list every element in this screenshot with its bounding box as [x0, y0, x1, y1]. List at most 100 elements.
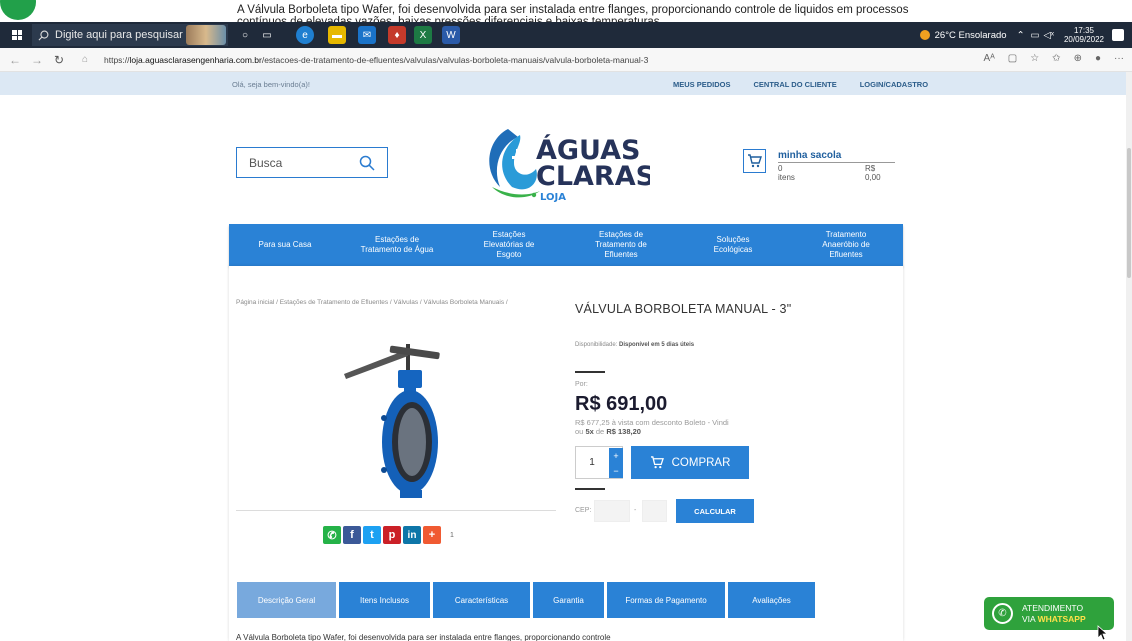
- clock[interactable]: 17:35 20/09/2022: [1064, 26, 1104, 44]
- availability-label: Disponibilidade:: [575, 342, 618, 348]
- twitter-icon[interactable]: t: [363, 526, 381, 544]
- cart-divider: [778, 162, 895, 163]
- discount-installments: ou 5x de R$ 138,20: [575, 426, 729, 437]
- url-domain: loja.aguasclarasengenharia.com.br: [129, 54, 262, 65]
- linkedin-icon[interactable]: in: [403, 526, 421, 544]
- browser-actions: Aᴬ ▢ ☆ ✩ ⊕ ● ···: [984, 53, 1124, 64]
- address-bar[interactable]: https://loja.aguasclarasengenharia.com.b…: [104, 55, 648, 65]
- collections-icon[interactable]: ⊕: [1074, 53, 1082, 64]
- discount-or: ou: [575, 426, 584, 436]
- customer-center-link[interactable]: CENTRAL DO CLIENTE: [754, 80, 837, 89]
- read-aloud-icon[interactable]: Aᴬ: [984, 53, 995, 64]
- discount-de: de: [595, 426, 605, 436]
- mouse-cursor-icon: [1097, 625, 1109, 641]
- price-prefix: Por:: [575, 381, 588, 388]
- tab-garantia[interactable]: Garantia: [533, 582, 604, 618]
- page-scrollbar[interactable]: [1126, 72, 1132, 641]
- whatsapp-label-line2: VIA WHATSAPP: [1022, 614, 1086, 624]
- widgets-icon[interactable]: ▭: [258, 26, 276, 44]
- url-prefix: https://: [104, 54, 130, 65]
- menu-item-solucoes-ecologicas[interactable]: Soluções Ecológicas: [677, 224, 789, 266]
- network-icon[interactable]: ▭: [1031, 30, 1040, 41]
- cart-icon: [650, 456, 664, 469]
- url-path: /estacoes-de-tratamento-de-efluentes/val…: [261, 54, 649, 65]
- image-divider: [236, 510, 556, 511]
- favorite-add-icon[interactable]: ☆: [1030, 53, 1039, 64]
- calculate-shipping-button[interactable]: CALCULAR: [676, 499, 754, 523]
- tab-descricao-geral[interactable]: Descrição Geral: [237, 582, 336, 618]
- screen: A Válvula Borboleta tipo Wafer, foi dese…: [0, 0, 1132, 641]
- forward-icon[interactable]: →: [28, 53, 46, 67]
- whatsapp-icon: ✆: [992, 603, 1013, 624]
- volume-icon[interactable]: ◁ˣ: [1044, 30, 1054, 41]
- aguas-claras-logo[interactable]: ÁGUAS CLARAS LOJA: [478, 109, 650, 207]
- price-divider: [575, 371, 605, 373]
- browser-toolbar: ← → ↻ ⌂ https://loja.aguasclarasengenhar…: [0, 48, 1132, 72]
- product-image[interactable]: [308, 330, 488, 500]
- tab-avaliacoes[interactable]: Avaliações: [728, 582, 815, 618]
- system-tray: 26°C Ensolarado ⌃ ▭ ◁ˣ 17:35 20/09/2022: [919, 22, 1132, 48]
- weather-text[interactable]: 26°C Ensolarado: [935, 30, 1007, 41]
- cart-icon[interactable]: [743, 149, 766, 173]
- back-icon[interactable]: ←: [6, 53, 24, 67]
- quantity-minus-button[interactable]: −: [609, 463, 623, 478]
- cep-input-part1[interactable]: [594, 500, 630, 522]
- availability-value: Disponível em 5 dias úteis: [619, 342, 695, 348]
- logo-line-claras: CLARAS: [536, 161, 650, 192]
- login-register-link[interactable]: LOGIN/CADASTRO: [860, 80, 928, 89]
- whatsapp-icon[interactable]: ✆: [323, 526, 341, 544]
- quantity-plus-button[interactable]: +: [609, 448, 623, 463]
- reader-mode-icon[interactable]: ▢: [1008, 53, 1017, 64]
- windows-taskbar: Digite aqui para pesquisar ○ ▭ e ▬ ✉ ♦ X…: [0, 22, 1132, 48]
- pinterest-icon[interactable]: p: [383, 526, 401, 544]
- mail-icon[interactable]: ✉: [358, 26, 376, 44]
- tray-chevron-icon[interactable]: ⌃: [1017, 30, 1025, 41]
- whatsapp-via: VIA: [1022, 614, 1036, 624]
- cep-separator: -: [634, 507, 637, 514]
- word-icon[interactable]: W: [442, 26, 460, 44]
- profile-avatar-icon[interactable]: ●: [1095, 53, 1101, 64]
- breadcrumb[interactable]: Página inicial / Estações de Tratamento …: [236, 299, 508, 306]
- product-price: R$ 691,00: [575, 393, 668, 415]
- app-icon[interactable]: ♦: [388, 26, 406, 44]
- site-topbar: Olá, seja bem-vindo(a)! MEUS PEDIDOS CEN…: [0, 72, 1126, 95]
- refresh-icon[interactable]: ↻: [50, 53, 68, 67]
- search-icon[interactable]: [359, 155, 375, 171]
- facebook-icon[interactable]: f: [343, 526, 361, 544]
- clock-date: 20/09/2022: [1063, 35, 1104, 44]
- menu-item-tratamento-efluentes[interactable]: Estações de Tratamento de Efluentes: [565, 224, 677, 266]
- tab-caracteristicas[interactable]: Características: [433, 582, 530, 618]
- file-explorer-icon[interactable]: ▬: [328, 26, 346, 44]
- cep-label: CEP:: [575, 507, 592, 514]
- search-highlight-image: [186, 25, 226, 45]
- product-title: VÁLVULA BORBOLETA MANUAL - 3": [575, 302, 792, 316]
- edge-browser-icon[interactable]: e: [296, 26, 314, 44]
- cep-input-part2[interactable]: [642, 500, 667, 522]
- menu-item-tratamento-anaerobio[interactable]: Tratamento Anaeróbio de Efluentes: [789, 224, 903, 266]
- favorites-icon[interactable]: ✩: [1052, 53, 1060, 64]
- whatsapp-support-button[interactable]: ✆ ATENDIMENTO VIA WHATSAPP: [984, 597, 1114, 630]
- more-menu-icon[interactable]: ···: [1114, 53, 1124, 64]
- shipping-divider: [575, 488, 605, 490]
- buy-button-label: COMPRAR: [671, 456, 731, 469]
- cart-total: R$ 0,00: [865, 164, 881, 182]
- scrollbar-thumb[interactable]: [1127, 148, 1131, 278]
- cart-item-count: 0 itens: [778, 164, 795, 182]
- my-orders-link[interactable]: MEUS PEDIDOS: [673, 80, 731, 89]
- menu-item-estacoes-elevatorias[interactable]: Estações Elevatórias de Esgoto: [453, 224, 565, 266]
- installments-count: 5x: [585, 426, 594, 436]
- tab-itens-inclusos[interactable]: Itens Inclusos: [339, 582, 430, 618]
- excel-icon[interactable]: X: [414, 26, 432, 44]
- windows-start-icon[interactable]: [12, 30, 22, 40]
- tab-formas-pagamento[interactable]: Formas de Pagamento: [607, 582, 725, 618]
- buy-button[interactable]: COMPRAR: [631, 446, 749, 479]
- task-view-icon[interactable]: ○: [236, 26, 254, 44]
- menu-item-para-sua-casa[interactable]: Para sua Casa: [229, 224, 341, 266]
- menu-item-tratamento-agua[interactable]: Estações de Tratamento de Água: [341, 224, 453, 266]
- quantity-input[interactable]: 1: [576, 447, 608, 478]
- more-share-icon[interactable]: +: [423, 526, 441, 544]
- cart-label[interactable]: minha sacola: [778, 150, 898, 161]
- lock-icon: ⌂: [81, 54, 89, 65]
- store-search-input[interactable]: Busca: [236, 147, 388, 178]
- notification-center-icon[interactable]: [1112, 29, 1124, 41]
